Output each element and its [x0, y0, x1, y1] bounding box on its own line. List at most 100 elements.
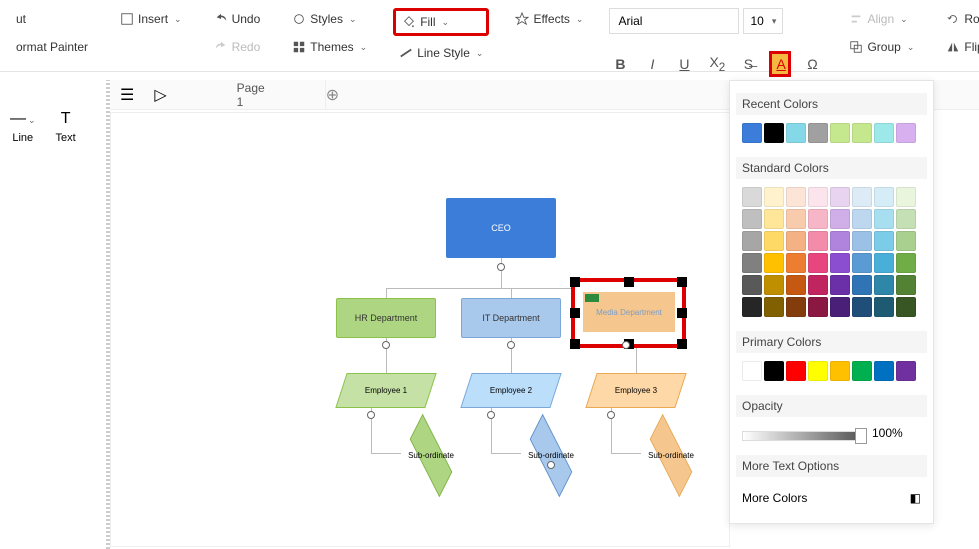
insert-button[interactable]: Insert⌄: [114, 8, 188, 30]
color-swatch[interactable]: [808, 231, 828, 251]
font-size-select[interactable]: 10▾: [743, 8, 783, 34]
employee3-node[interactable]: Employee 3: [591, 373, 681, 408]
color-swatch[interactable]: [764, 187, 784, 207]
resize-handle[interactable]: [677, 308, 687, 318]
color-swatch[interactable]: [742, 123, 762, 143]
node-port[interactable]: [622, 341, 630, 349]
color-swatch[interactable]: [852, 253, 872, 273]
node-port[interactable]: [487, 411, 495, 419]
fill-button[interactable]: Fill⌄: [393, 8, 489, 36]
resize-handle[interactable]: [624, 277, 634, 287]
color-swatch[interactable]: [830, 297, 850, 317]
color-swatch[interactable]: [764, 123, 784, 143]
color-swatch[interactable]: [830, 275, 850, 295]
color-swatch[interactable]: [786, 297, 806, 317]
color-swatch[interactable]: [742, 275, 762, 295]
underline-button[interactable]: U: [673, 52, 695, 76]
media-dept-node-selected[interactable]: Media Department: [571, 278, 686, 348]
ceo-node[interactable]: CEO: [446, 198, 556, 258]
color-swatch[interactable]: [830, 209, 850, 229]
color-swatch[interactable]: [808, 297, 828, 317]
undo-button[interactable]: Undo: [208, 8, 267, 30]
page-tab[interactable]: Page 1: [177, 80, 326, 109]
color-swatch[interactable]: [896, 297, 916, 317]
omega-button[interactable]: Ω: [801, 52, 823, 76]
text-color-button[interactable]: A: [769, 51, 791, 77]
italic-button[interactable]: I: [641, 52, 663, 76]
employee2-node[interactable]: Employee 2: [466, 373, 556, 408]
subordinate3-node[interactable]: Sub-ordinate: [631, 438, 711, 473]
color-swatch[interactable]: [874, 253, 894, 273]
color-swatch[interactable]: [852, 209, 872, 229]
color-swatch[interactable]: [742, 253, 762, 273]
opacity-slider[interactable]: [742, 431, 862, 441]
color-swatch[interactable]: [786, 187, 806, 207]
resize-handle[interactable]: [570, 339, 580, 349]
redo-button[interactable]: Redo: [208, 36, 267, 58]
color-swatch[interactable]: [852, 187, 872, 207]
color-swatch[interactable]: [808, 123, 828, 143]
color-swatch[interactable]: [742, 361, 762, 381]
expand-icon[interactable]: ▷: [154, 85, 166, 105]
color-swatch[interactable]: [786, 361, 806, 381]
effects-button[interactable]: Effects⌄: [509, 8, 589, 30]
color-swatch[interactable]: [874, 187, 894, 207]
color-swatch[interactable]: [742, 231, 762, 251]
color-swatch[interactable]: [786, 209, 806, 229]
node-port[interactable]: [382, 341, 390, 349]
line-tool[interactable]: —⌄ Line: [10, 110, 36, 144]
color-swatch[interactable]: [764, 275, 784, 295]
color-swatch[interactable]: [852, 123, 872, 143]
font-select[interactable]: Arial: [609, 8, 739, 34]
opacity-thumb[interactable]: [855, 428, 867, 444]
canvas[interactable]: CEO HR Department IT Department Media De…: [110, 112, 730, 547]
color-swatch[interactable]: [830, 187, 850, 207]
subordinate1-node[interactable]: Sub-ordinate: [391, 438, 471, 473]
flip-button[interactable]: Flip⌄: [940, 36, 979, 58]
color-swatch[interactable]: [874, 209, 894, 229]
color-swatch[interactable]: [786, 231, 806, 251]
align-button[interactable]: Align⌄: [843, 8, 920, 30]
color-swatch[interactable]: [852, 275, 872, 295]
pages-menu-icon[interactable]: ☰: [120, 85, 134, 105]
color-swatch[interactable]: [830, 123, 850, 143]
color-swatch[interactable]: [764, 253, 784, 273]
color-swatch[interactable]: [896, 361, 916, 381]
resize-handle[interactable]: [570, 308, 580, 318]
rotate-button[interactable]: Rotate⌄: [940, 8, 979, 30]
color-swatch[interactable]: [742, 209, 762, 229]
format-painter-button[interactable]: ormat Painter: [10, 36, 94, 58]
node-port[interactable]: [547, 461, 555, 469]
resize-handle[interactable]: [570, 277, 580, 287]
hr-dept-node[interactable]: HR Department: [336, 298, 436, 338]
node-port[interactable]: [607, 411, 615, 419]
color-swatch[interactable]: [808, 253, 828, 273]
color-swatch[interactable]: [896, 123, 916, 143]
color-swatch[interactable]: [764, 209, 784, 229]
color-swatch[interactable]: [874, 231, 894, 251]
color-swatch[interactable]: [852, 231, 872, 251]
it-dept-node[interactable]: IT Department: [461, 298, 561, 338]
color-swatch[interactable]: [874, 297, 894, 317]
color-swatch[interactable]: [896, 275, 916, 295]
color-swatch[interactable]: [808, 275, 828, 295]
color-swatch[interactable]: [786, 275, 806, 295]
color-swatch[interactable]: [808, 209, 828, 229]
color-swatch[interactable]: [764, 361, 784, 381]
subscript-button[interactable]: X2: [705, 50, 727, 78]
color-swatch[interactable]: [874, 275, 894, 295]
more-colors-button[interactable]: More Colors ◧: [742, 485, 921, 511]
color-swatch[interactable]: [830, 253, 850, 273]
color-swatch[interactable]: [896, 253, 916, 273]
color-swatch[interactable]: [786, 123, 806, 143]
employee1-node[interactable]: Employee 1: [341, 373, 431, 408]
color-swatch[interactable]: [764, 231, 784, 251]
cut-button[interactable]: ut: [10, 8, 94, 30]
line-style-button[interactable]: Line Style⌄: [393, 42, 489, 64]
color-swatch[interactable]: [742, 297, 762, 317]
color-swatch[interactable]: [808, 187, 828, 207]
color-swatch[interactable]: [830, 361, 850, 381]
color-swatch[interactable]: [852, 297, 872, 317]
themes-button[interactable]: Themes⌄: [286, 36, 373, 58]
color-swatch[interactable]: [896, 209, 916, 229]
